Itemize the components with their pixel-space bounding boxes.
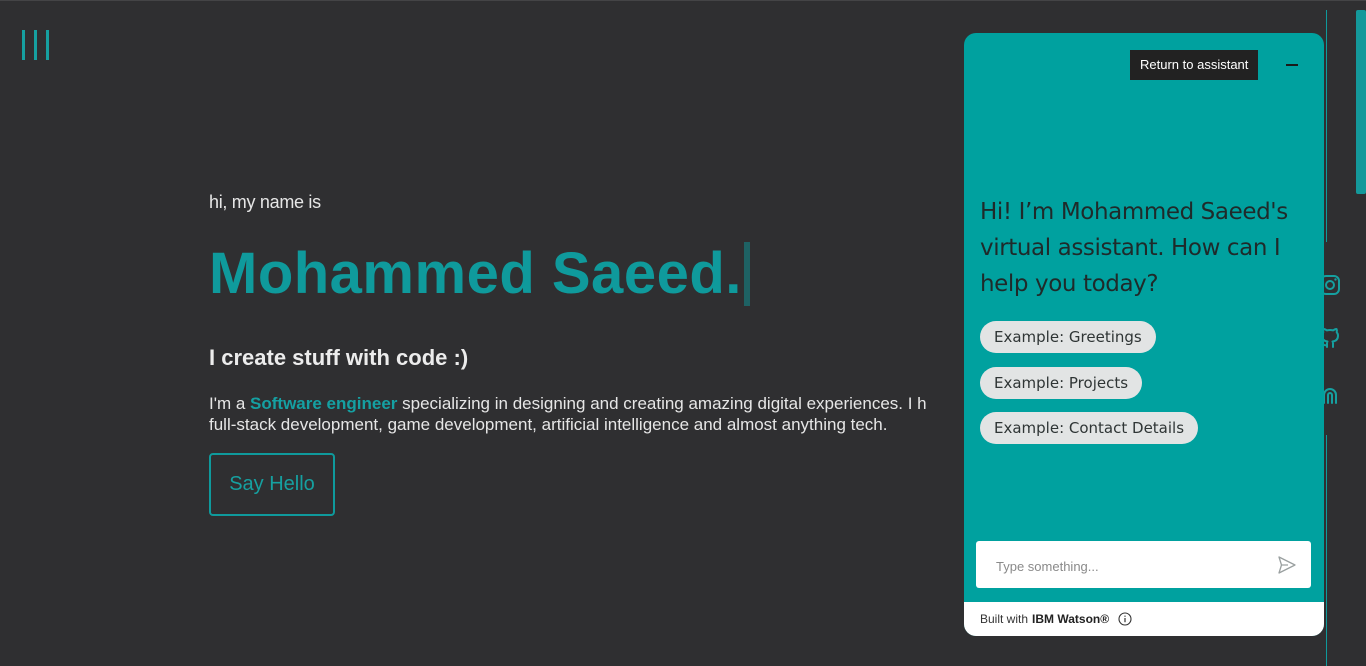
message-input[interactable] [994,553,1268,579]
typing-cursor [743,242,750,306]
name-heading: Mohammed Saeed. [209,241,742,306]
footer-brand: IBM Watson® [1032,612,1110,626]
send-icon[interactable] [1277,555,1297,575]
about-prefix: I'm a [209,394,251,413]
tagline: I create stuff with code :) [209,345,469,370]
minimize-icon[interactable] [1282,53,1302,77]
assistant-footer: Built with IBM Watson® [964,602,1324,636]
assistant-greeting: Hi! I’m Mohammed Saeed's virtual assista… [980,199,1288,297]
hamburger-menu-icon[interactable] [22,30,54,60]
intro-text: hi, my name is [209,192,321,212]
assistant-panel: Return to assistant Hi! I’m Mohammed Sae… [964,33,1324,636]
chip-projects[interactable]: Example: Projects [980,367,1143,399]
right-vertical-line-bottom [1326,435,1327,666]
about-paragraph: I'm a Software engineer specializing in … [209,393,969,435]
info-icon[interactable] [1118,612,1132,626]
role-highlight: Software engineer [250,394,398,413]
chip-greetings[interactable]: Example: Greetings [980,321,1156,353]
return-to-assistant-button[interactable]: Return to assistant [1130,50,1259,80]
top-border [0,0,1366,1]
right-vertical-line-top [1326,10,1327,242]
say-hello-button[interactable]: Say Hello [209,453,335,516]
about-line-1-rest: specializing in designing and creating a… [397,394,927,413]
about-line-1: I'm a Software engineer specializing in … [209,393,969,414]
footer-built-with: Built with [980,612,1029,626]
page-scrollbar[interactable] [1356,10,1366,194]
chip-contact-details[interactable]: Example: Contact Details [980,412,1199,444]
name-heading-wrap: Mohammed Saeed. [209,240,750,308]
about-line-2: full-stack development, game development… [209,415,888,434]
message-input-wrap [976,541,1311,588]
